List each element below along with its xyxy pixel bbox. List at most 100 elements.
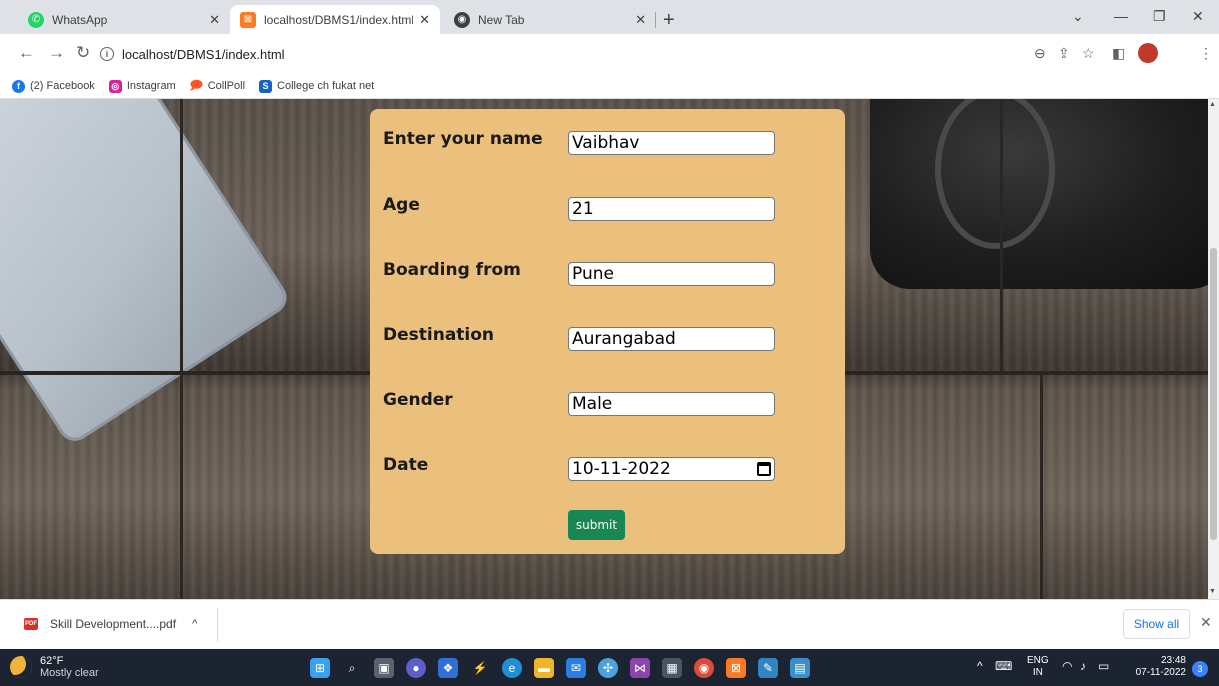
notepad-icon[interactable]: ✎ [758, 658, 778, 678]
menu-kebab-icon[interactable]: ⋮ [1199, 45, 1213, 62]
close-icon[interactable]: ✕ [209, 12, 220, 28]
date: 07-11-2022 [1135, 667, 1186, 678]
gender-label: Gender [383, 390, 453, 410]
tab-localhost[interactable]: ⊠ localhost/DBMS1/index.html ✕ [230, 5, 440, 34]
wifi-icon[interactable]: ◠ [1062, 660, 1072, 672]
volume-icon[interactable]: ♪ [1080, 660, 1086, 672]
close-icon[interactable]: ✕ [1200, 614, 1212, 631]
pinwheel-icon[interactable]: ✣ [598, 658, 618, 678]
share-icon[interactable]: ⇪ [1058, 45, 1070, 62]
calendar-icon[interactable] [757, 462, 771, 476]
control-panel-icon[interactable]: ▤ [790, 658, 810, 678]
tab-separator [655, 12, 656, 28]
plank-seam [1040, 375, 1043, 599]
bookmark-facebook[interactable]: f (2) Facebook [12, 79, 95, 93]
chat-icon: 🗩 [189, 77, 203, 92]
submit-button[interactable]: submit [568, 510, 625, 540]
dropbox-icon[interactable]: ❖ [438, 658, 458, 678]
keyboard-icon[interactable]: ⌨ [995, 660, 1012, 672]
bookmarks-bar: f (2) Facebook ◎ Instagram 🗩 CollPoll S … [0, 74, 1219, 99]
clock[interactable]: 23:48 07-11-2022 [1130, 655, 1186, 679]
address-bar[interactable]: i localhost/DBMS1/index.html [100, 39, 980, 69]
windows-start-icon[interactable]: ⊞ [310, 658, 330, 678]
notification-badge[interactable]: 3 [1192, 661, 1208, 677]
side-panel-icon[interactable]: ◧ [1112, 45, 1125, 62]
gender-row: Gender Male [370, 390, 845, 420]
back-arrow-icon[interactable]: ← [18, 43, 35, 63]
language-indicator[interactable]: ENG IN [1027, 655, 1049, 679]
bookmark-collpoll[interactable]: 🗩 CollPoll [189, 77, 246, 93]
chevron-up-icon[interactable]: ^ [192, 618, 197, 630]
chat-app-icon[interactable]: ● [406, 658, 426, 678]
whatsapp-icon: ✆ [28, 11, 44, 28]
tab-whatsapp[interactable]: ✆ WhatsApp ✕ [18, 5, 230, 34]
boarding-input[interactable]: Pune [568, 262, 775, 286]
new-tab-button[interactable]: + [663, 9, 675, 32]
time: 23:48 [1160, 655, 1186, 666]
download-item[interactable]: PDF Skill Development....pdf ^ [24, 617, 197, 631]
windows-taskbar: 62°F Mostly clear ⊞ ⌕ ▣ ● ❖ ⚡ e ▬ ✉ ✣ ⋈ … [0, 649, 1219, 686]
info-icon[interactable]: i [100, 47, 114, 61]
region: IN [1032, 667, 1043, 678]
tab-new-tab[interactable]: ◉ New Tab ✕ [444, 5, 656, 34]
age-label: Age [383, 195, 420, 215]
instagram-icon: ◎ [108, 79, 122, 93]
gender-input[interactable]: Male [568, 392, 775, 416]
browser-toolbar: ← → ↻ i localhost/DBMS1/index.html ⊖ ⇪ ☆… [0, 34, 1219, 74]
bookmark-college[interactable]: S College ch fukat net [259, 79, 375, 93]
chevron-up-icon[interactable]: ^ [977, 660, 983, 672]
download-filename: Skill Development....pdf [50, 617, 177, 631]
close-icon[interactable]: ✕ [635, 12, 646, 28]
search-icon[interactable]: ⌕ [342, 658, 362, 678]
avatar[interactable] [1138, 43, 1158, 63]
mail-icon[interactable]: ✉ [566, 658, 586, 678]
task-view-icon[interactable]: ▣ [374, 658, 394, 678]
xampp-taskbar-icon[interactable]: ⊠ [726, 658, 746, 678]
destination-row: Destination Aurangabad [370, 325, 845, 355]
xampp-icon: ⊠ [240, 11, 256, 28]
reload-icon[interactable]: ↻ [76, 43, 90, 63]
edge-icon[interactable]: e [502, 658, 522, 678]
minimize-button[interactable]: — [1114, 8, 1128, 24]
bookmark-instagram[interactable]: ◎ Instagram [108, 79, 176, 93]
scroll-up-icon[interactable]: ▲ [1209, 101, 1216, 108]
age-row: Age 21 [370, 195, 845, 225]
restore-button[interactable]: ❐ [1153, 8, 1166, 25]
close-icon[interactable]: ✕ [419, 12, 430, 28]
facebook-icon: f [12, 79, 25, 93]
tab-strip: ✆ WhatsApp ✕ ⊠ localhost/DBMS1/index.htm… [0, 0, 1219, 34]
visual-studio-icon[interactable]: ⋈ [630, 658, 650, 678]
bookmark-label: College ch fukat net [277, 80, 375, 92]
file-explorer-icon[interactable]: ▬ [534, 658, 554, 678]
plank-seam [180, 375, 183, 599]
scrollbar-thumb[interactable] [1210, 248, 1217, 540]
zoom-icon[interactable]: ⊖ [1034, 45, 1046, 62]
download-separator [217, 608, 218, 642]
chrome-taskbar-icon[interactable]: ◉ [694, 658, 714, 678]
plank-seam [1000, 99, 1003, 371]
bookmark-label: CollPoll [207, 80, 246, 92]
calculator-icon[interactable]: ▦ [662, 658, 682, 678]
forward-arrow-icon[interactable]: → [48, 43, 65, 63]
show-all-button[interactable]: Show all [1123, 609, 1190, 639]
bookmark-label: (2) Facebook [30, 80, 95, 92]
tab-title: localhost/DBMS1/index.html [264, 12, 414, 27]
bookmark-star-icon[interactable]: ☆ [1082, 45, 1095, 62]
temperature: 62°F [40, 655, 64, 667]
tab-search-chevron-icon[interactable]: ⌄ [1072, 8, 1084, 25]
moon-icon [10, 656, 32, 678]
weather-widget[interactable]: 62°F Mostly clear [10, 655, 99, 679]
date-row: Date 10-11-2022 [370, 455, 845, 485]
age-input[interactable]: 21 [568, 197, 775, 221]
scroll-down-icon[interactable]: ▼ [1209, 588, 1216, 595]
close-window-button[interactable]: ✕ [1192, 8, 1204, 25]
battery-icon[interactable]: ▭ [1098, 660, 1109, 672]
date-input[interactable]: 10-11-2022 [568, 457, 775, 481]
booking-form: Enter your name Vaibhav Age 21 Boarding … [370, 109, 845, 554]
pdf-icon: PDF [24, 618, 38, 630]
destination-input[interactable]: Aurangabad [568, 327, 775, 351]
name-input[interactable]: Vaibhav [568, 131, 775, 155]
tab-title: New Tab [478, 12, 525, 27]
lightning-icon[interactable]: ⚡ [470, 658, 490, 678]
boarding-label: Boarding from [383, 260, 521, 280]
